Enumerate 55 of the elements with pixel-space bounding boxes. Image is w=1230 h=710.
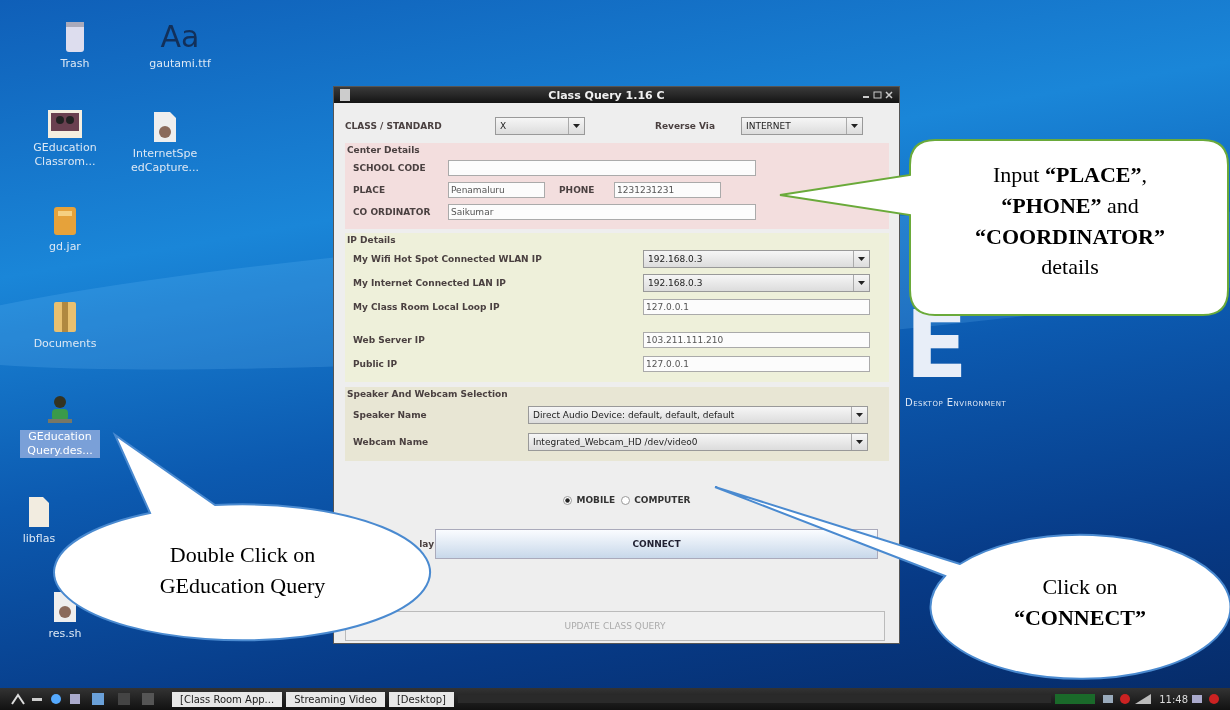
- callout-text: Double Click on GEducation Query: [158, 541, 327, 600]
- radio-option[interactable]: MOBILE: [563, 495, 616, 505]
- field-label: My Internet Connected LAN IP: [353, 278, 507, 288]
- trash-icon[interactable]: [64, 20, 86, 54]
- coordinator-field[interactable]: Saikumar: [448, 204, 756, 220]
- device-dropdown[interactable]: Direct Audio Device: default, default, default: [528, 405, 868, 424]
- desktop-icon-label[interactable]: GEducation Classrom...: [25, 141, 105, 169]
- desktop-icon-label[interactable]: Trash: [60, 57, 90, 71]
- connect-button[interactable]: CONNECT: [435, 529, 878, 559]
- file-icon[interactable]: [27, 495, 51, 529]
- field-label: PHONE: [559, 185, 596, 195]
- ip-dropdown[interactable]: 192.168.0.3: [643, 274, 870, 292]
- field-label: My Wifi Hot Spot Connected WLAN IP: [353, 254, 543, 264]
- window-controls-icon[interactable]: [863, 91, 893, 99]
- callout-text: Click on “CONNECT”: [1013, 573, 1147, 632]
- field-label: Public IP: [353, 359, 399, 369]
- classroom-icon[interactable]: [48, 110, 82, 138]
- field-label: CO ORDINATOR: [353, 207, 432, 217]
- field-label: lay: [418, 539, 435, 549]
- app-icon: [340, 89, 350, 101]
- desktop-icon-label[interactable]: gautami.ttf: [149, 57, 211, 71]
- field-label: Webcam Name: [353, 436, 430, 447]
- field-label: Speaker Name: [353, 409, 428, 420]
- field-label: SCHOOL CODE: [353, 163, 427, 173]
- ip-field[interactable]: 103.211.111.210: [643, 332, 870, 348]
- ip-dropdown[interactable]: 192.168.0.3: [643, 250, 870, 268]
- field-label: PLACE: [353, 185, 387, 195]
- desktop-icon-label[interactable]: libflas: [22, 532, 56, 546]
- panel-title: Speaker And Webcam Selection: [347, 389, 509, 399]
- place-field[interactable]: Penamaluru: [448, 182, 545, 198]
- clock: 11:48: [1159, 693, 1188, 705]
- field-label: Reverse Via: [655, 121, 716, 131]
- taskbar-button[interactable]: Streaming Video: [286, 691, 385, 707]
- desktop-icon-label[interactable]: InternetSpe edCapture...: [125, 147, 205, 175]
- radio-option[interactable]: COMPUTER: [621, 495, 691, 505]
- reverse-via-dropdown[interactable]: INTERNET: [741, 117, 863, 135]
- callout-text: Input “PLACE”, “PHONE” and “COORDINATOR” details: [974, 161, 1166, 282]
- panel-title: IP Details: [347, 235, 397, 245]
- window-title: Class Query 1.16 C: [547, 88, 666, 102]
- ip-field[interactable]: 127.0.0.1: [643, 356, 870, 372]
- desktop-icon-label[interactable]: res.sh: [48, 627, 82, 641]
- taskbar-button[interactable]: [Class Room App...: [172, 691, 283, 707]
- device-dropdown[interactable]: Integrated_Webcam_HD /dev/video0: [528, 432, 868, 451]
- field-label: My Class Room Local Loop IP: [353, 302, 501, 312]
- school-code-field[interactable]: [448, 160, 756, 176]
- ip-field[interactable]: 127.0.0.1: [643, 299, 870, 315]
- class-dropdown[interactable]: X: [495, 117, 585, 135]
- wallpaper-tagline: Desktop Environment: [905, 397, 1007, 408]
- field-label: CLASS / STANDARD: [345, 121, 443, 131]
- taskbar-button[interactable]: [Desktop]: [388, 691, 454, 707]
- phone-field[interactable]: 1231231231: [614, 182, 721, 198]
- jar-icon[interactable]: [52, 205, 78, 237]
- panel-title: Center Details: [347, 145, 421, 155]
- field-label: Web Server IP: [353, 335, 426, 345]
- power-icon[interactable]: [1192, 692, 1222, 706]
